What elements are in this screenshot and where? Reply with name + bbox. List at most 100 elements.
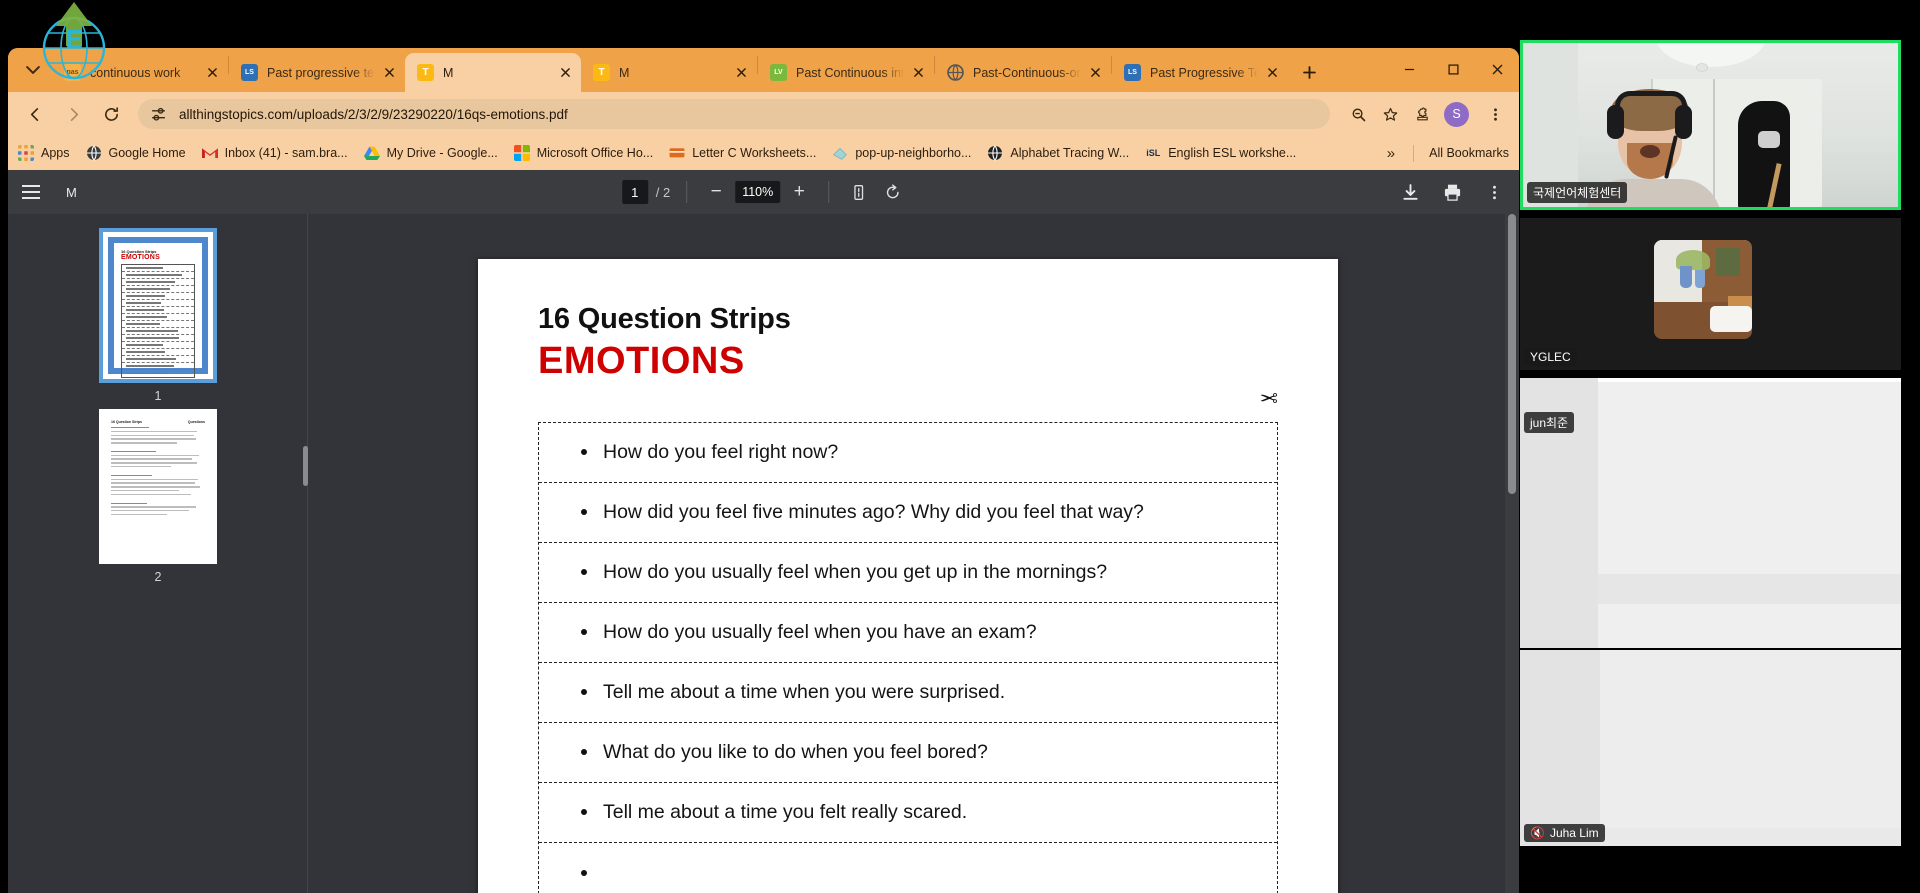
thumb-strip-box	[121, 264, 195, 378]
video-tile-juha[interactable]: 🔇 Juha Lim	[1520, 650, 1901, 846]
tab-5[interactable]: Past-Continuous-or-	[935, 53, 1111, 92]
site-settings-icon[interactable]	[150, 106, 167, 123]
tab-6[interactable]: LS Past Progressive Tens	[1112, 53, 1288, 92]
bookmarks-overflow-icon[interactable]: »	[1377, 145, 1405, 162]
profile-avatar[interactable]: S	[1444, 101, 1469, 127]
tab-search-icon[interactable]	[16, 53, 50, 87]
globe-icon	[86, 145, 102, 161]
zoom-out-button[interactable]: −	[703, 179, 729, 205]
download-icon[interactable]	[1399, 181, 1421, 203]
question-text: What do you like to do when you feel bor…	[603, 740, 988, 763]
tab-favicon: pas	[64, 64, 81, 81]
photo-vase-left	[1680, 266, 1692, 288]
tab-3[interactable]: T M	[581, 53, 757, 92]
tab-favicon: LS	[241, 64, 258, 81]
zoom-indicator-icon[interactable]	[1344, 100, 1372, 128]
all-bookmarks-label[interactable]: All Bookmarks	[1429, 146, 1509, 160]
document-heading: 16 Question Strips	[538, 303, 791, 335]
back-button[interactable]	[18, 97, 52, 131]
pdf-document-pane[interactable]: 16 Question Strips EMOTIONS ✂ How do you…	[308, 214, 1519, 893]
reload-button[interactable]	[94, 97, 128, 131]
bookmark-label: English ESL workshe...	[1168, 146, 1297, 160]
bookmark-label: My Drive - Google...	[386, 146, 498, 160]
headset-earcup-right	[1675, 105, 1692, 139]
chrome-menu-icon[interactable]	[1481, 100, 1509, 128]
zoom-level-value[interactable]: 110%	[735, 181, 781, 203]
video-tile-jun[interactable]: jun최준	[1520, 378, 1901, 648]
document-subheading: EMOTIONS	[538, 340, 745, 382]
bookmark-english-esl[interactable]: iSL English ESL workshe...	[1145, 145, 1296, 161]
tab-favicon: T	[593, 64, 610, 81]
video-tile-yglec[interactable]: YGLEC	[1520, 218, 1901, 370]
page-thumbnail-2[interactable]: 16 Question Strips Questions	[99, 409, 217, 564]
page-number-input[interactable]: 1	[621, 180, 648, 204]
bookmark-inbox[interactable]: Inbox (41) - sam.bra...	[201, 145, 348, 161]
pdf-scrollbar-thumb[interactable]	[1508, 214, 1516, 494]
thumbnail-caption: 1	[154, 389, 162, 403]
tab-title: Past Continuous inte	[796, 65, 904, 80]
question-strip: Tell me about a time you felt really sca…	[539, 783, 1277, 843]
bookmark-google-home[interactable]: Google Home	[86, 145, 186, 161]
pdf-scrollbar[interactable]	[1505, 214, 1519, 893]
url-text[interactable]: allthingstopics.com/uploads/2/3/2/9/2329…	[179, 107, 1318, 122]
rotate-icon[interactable]	[879, 179, 905, 205]
bookmark-alphabet-tracing[interactable]: Alphabet Tracing W...	[987, 145, 1129, 161]
bookmarks-bar-right: » All Bookmarks	[1377, 144, 1509, 170]
thumbnail-page-surface: 16 Question Strips EMOTIONS	[114, 243, 202, 378]
question-strip: How do you usually feel when you have an…	[539, 603, 1277, 663]
zoom-in-button[interactable]: +	[786, 179, 812, 205]
pdf-viewer: M 1 / 2 − 110% + 16 Question Strips EMOT…	[8, 170, 1519, 893]
tab-2[interactable]: T M	[405, 53, 581, 92]
tab-0[interactable]: pas continuous work	[52, 53, 228, 92]
participant-name: YGLEC	[1530, 350, 1571, 364]
bookmark-star-icon[interactable]	[1376, 100, 1404, 128]
print-icon[interactable]	[1441, 181, 1463, 203]
question-text: How do you usually feel when you get up …	[603, 560, 1108, 583]
bookmark-apps[interactable]: Apps	[18, 145, 70, 161]
maximize-icon[interactable]	[1431, 54, 1475, 84]
bookmark-microsoft-office[interactable]: Microsoft Office Ho...	[513, 145, 653, 161]
bookmark-my-drive[interactable]: My Drive - Google...	[363, 145, 498, 161]
screen-bottom-band	[1600, 828, 1901, 846]
tab-4[interactable]: LV Past Continuous inte	[758, 53, 934, 92]
close-icon[interactable]	[1475, 54, 1519, 84]
tab-title: Past-Continuous-or-	[973, 65, 1081, 80]
bookmark-label: Google Home	[108, 146, 186, 160]
tab-close-icon[interactable]	[555, 63, 575, 83]
tab-favicon: LV	[770, 64, 787, 81]
drive-icon	[363, 145, 380, 161]
fit-page-icon[interactable]	[845, 179, 871, 205]
extensions-icon[interactable]	[1408, 100, 1436, 128]
question-strip: How do you usually feel when you get up …	[539, 543, 1277, 603]
participant-name-badge: jun최준	[1524, 412, 1575, 433]
gmail-icon	[201, 145, 218, 161]
thumbnail-item[interactable]: 16 Question Strips Questions 2	[99, 409, 217, 584]
page-thumbnail-1[interactable]: 16 Question Strips EMOTIONS	[99, 228, 217, 383]
minimize-icon[interactable]	[1387, 54, 1431, 84]
tab-close-icon[interactable]	[202, 63, 222, 83]
tab-1[interactable]: LS Past progressive tens	[229, 53, 405, 92]
address-bar[interactable]: allthingstopics.com/uploads/2/3/2/9/2329…	[138, 99, 1330, 129]
tab-close-icon[interactable]	[1262, 63, 1282, 83]
headset-band	[1615, 91, 1687, 106]
bookmark-label: Apps	[41, 146, 70, 160]
bookmark-pop-up-neighborhood[interactable]: pop-up-neighborho...	[832, 145, 971, 161]
pdf-page-1: 16 Question Strips EMOTIONS ✂ How do you…	[478, 259, 1338, 893]
participant-name: 국제언어체험센터	[1533, 186, 1622, 200]
new-tab-button[interactable]	[1294, 57, 1324, 87]
tab-close-icon[interactable]	[1085, 63, 1105, 83]
tab-close-icon[interactable]	[908, 63, 928, 83]
video-tile-speaker[interactable]: 국제언어체험센터	[1520, 40, 1901, 210]
participant-name-badge: YGLEC	[1524, 348, 1577, 366]
photo-vase-right	[1695, 270, 1705, 288]
thumbnail-item[interactable]: 16 Question Strips EMOTIONS 1	[99, 228, 217, 403]
hamburger-icon[interactable]	[22, 179, 48, 205]
bullet-icon	[581, 449, 587, 456]
tab-title: M	[443, 65, 454, 80]
bookmark-letter-c-worksheets[interactable]: Letter C Worksheets...	[669, 145, 816, 161]
bullet-icon	[581, 569, 587, 576]
forward-button[interactable]	[56, 97, 90, 131]
tab-close-icon[interactable]	[379, 63, 399, 83]
more-vertical-icon[interactable]	[1483, 181, 1505, 203]
tab-close-icon[interactable]	[731, 63, 751, 83]
